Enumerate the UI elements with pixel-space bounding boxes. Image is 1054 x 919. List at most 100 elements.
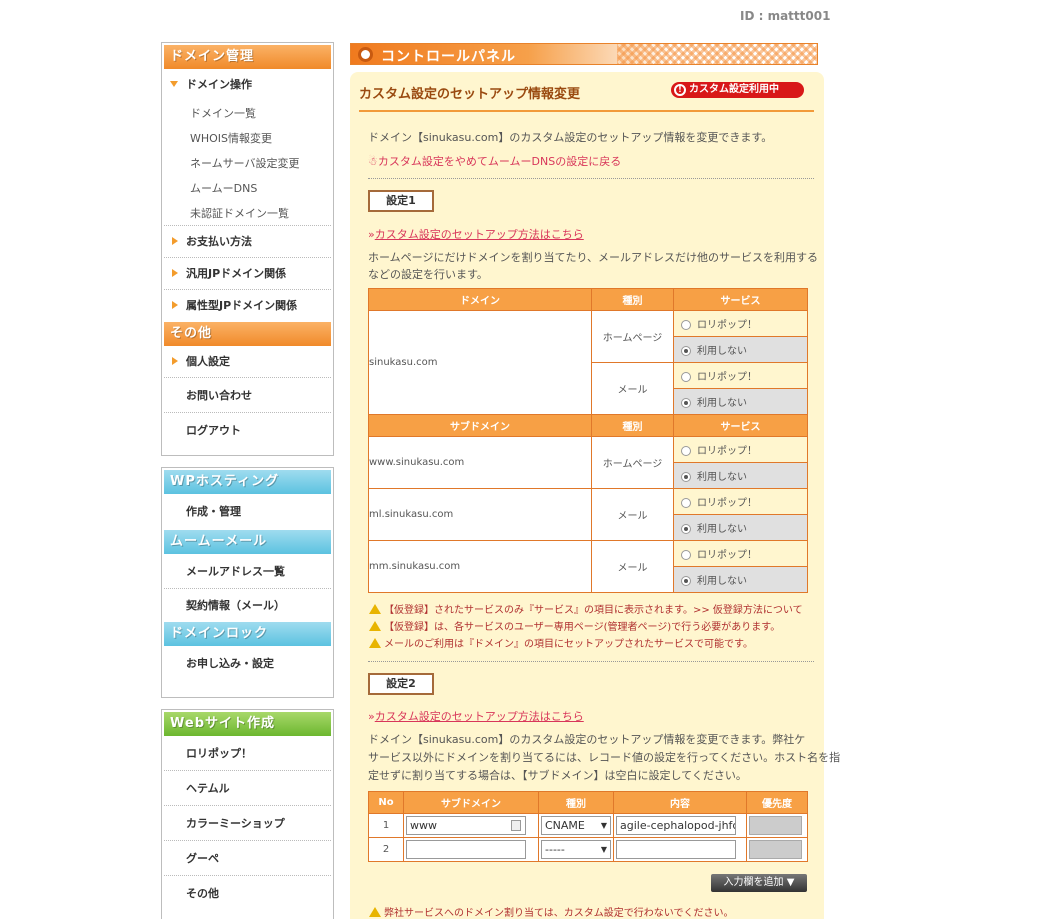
kind-hp: ホームページ xyxy=(591,310,674,363)
radio-row[interactable]: 利用しない xyxy=(673,566,808,593)
divider xyxy=(368,178,814,179)
radio-row[interactable]: ロリポップ！ xyxy=(673,310,808,337)
radio-button[interactable] xyxy=(681,398,691,408)
th-service: サービス xyxy=(673,288,808,311)
warning-2-text: 【仮登録】は、各サービスのユーザー専用ページ(管理者ページ)で行う必要があります… xyxy=(384,622,781,633)
record-table: No サブドメイン 種別 内容 優先度 1 www CNAME ▼ agile-ceph… xyxy=(368,791,808,862)
radio-row[interactable]: 利用しない xyxy=(673,514,808,541)
radio-label: ロリポップ！ xyxy=(697,550,757,561)
web-item-colorme[interactable]: カラーミーショップ xyxy=(164,806,331,841)
radio-row[interactable]: ロリポップ！ xyxy=(673,436,808,463)
setting2-label: 設定2 xyxy=(368,673,434,695)
chevron-down-icon: ▼ xyxy=(600,845,607,854)
back-to-dns-link[interactable]: ☃カスタム設定をやめてムームーDNSの設定に戻る xyxy=(368,153,621,169)
status-badge-label: カスタム設定利用中 xyxy=(689,84,779,95)
radio-row[interactable]: 利用しない xyxy=(673,336,808,363)
domain-menu: ドメイン管理 ドメイン操作 ドメイン一覧 WHOIS情報変更 ネームサーバ設定変… xyxy=(161,42,334,456)
subdomain-input[interactable]: www xyxy=(406,816,526,835)
web-item-other[interactable]: その他 xyxy=(164,876,331,911)
nameserver-link[interactable]: ネームサーバ設定変更 xyxy=(164,151,331,176)
setting2-howto-link[interactable]: »カスタム設定のセットアップ方法はこちら xyxy=(368,708,584,724)
warning-3-text: メールのご利用は『ドメイン』の項目にセットアップされたサービスで可能です。 xyxy=(384,639,753,650)
radio-button[interactable] xyxy=(681,524,691,534)
setting1-label: 設定1 xyxy=(368,190,434,212)
general-jp-link[interactable]: 汎用JPドメイン関係 xyxy=(164,258,331,290)
radio-label: 利用しない xyxy=(697,472,747,483)
radio-row[interactable]: ロリポップ！ xyxy=(673,362,808,389)
th-subdomain: サブドメイン xyxy=(403,791,539,814)
divider xyxy=(368,661,814,662)
web-item-lolipop[interactable]: ロリポップ！ xyxy=(164,736,331,771)
web-item-heteml[interactable]: ヘテムル xyxy=(164,771,331,806)
kind-select[interactable]: ----- ▼ xyxy=(541,840,611,859)
web-header: Webサイト作成 xyxy=(164,712,331,736)
radio-label: ロリポップ！ xyxy=(697,320,757,331)
wp-create-link[interactable]: 作成・管理 xyxy=(164,494,331,530)
radio-label: ロリポップ！ xyxy=(697,498,757,509)
muumuu-dns-link[interactable]: ムームーDNS xyxy=(164,176,331,201)
wp-header: WPホスティング xyxy=(164,470,331,494)
row-no: 2 xyxy=(368,837,404,862)
services-menu: WPホスティング 作成・管理 ムームーメール メールアドレス一覧 契約情報（メー… xyxy=(161,467,334,698)
radio-label: 利用しない xyxy=(697,524,747,535)
chevron-down-icon: ▼ xyxy=(786,877,795,888)
service-table: ドメイン 種別 サービス sinukasu.com ホームページ ロリポップ！ 利用しな… xyxy=(368,288,808,593)
kind-select[interactable]: CNAME ▼ xyxy=(541,816,611,835)
th-kind: 種別 xyxy=(538,791,614,814)
warning-icon xyxy=(369,638,381,648)
chevron-down-icon: ▼ xyxy=(600,821,607,830)
radio-label: ロリポップ！ xyxy=(697,446,757,457)
lock-header: ドメインロック xyxy=(164,622,331,646)
radio-button[interactable] xyxy=(681,346,691,356)
warning-2: 【仮登録】は、各サービスのユーザー専用ページ(管理者ページ)で行う必要があります… xyxy=(369,618,780,633)
row-no: 1 xyxy=(368,813,404,838)
lock-apply-link[interactable]: お申し込み・設定 xyxy=(164,646,331,682)
mail-contract-link[interactable]: 契約情報（メール） xyxy=(164,589,331,622)
radio-row[interactable]: 利用しない xyxy=(673,462,808,489)
subdomain-cell: mm.sinukasu.com xyxy=(368,540,592,593)
divider xyxy=(359,110,814,112)
radio-label: ロリポップ！ xyxy=(697,372,757,383)
radio-row[interactable]: ロリポップ！ xyxy=(673,540,808,567)
th-service: サービス xyxy=(673,414,808,437)
radio-button[interactable] xyxy=(681,576,691,586)
unverified-domains-link[interactable]: 未認証ドメイン一覧 xyxy=(164,201,331,226)
radio-row[interactable]: ロリポップ！ xyxy=(673,488,808,515)
payment-link[interactable]: お支払い方法 xyxy=(164,226,331,258)
th-no: No xyxy=(368,791,404,814)
kind-hp: ホームページ xyxy=(591,436,674,489)
subdomain-input[interactable] xyxy=(406,840,526,859)
whois-link[interactable]: WHOIS情報変更 xyxy=(164,126,331,151)
radio-button[interactable] xyxy=(681,320,691,330)
gear-icon xyxy=(358,47,373,62)
th-content: 内容 xyxy=(613,791,747,814)
radio-button[interactable] xyxy=(681,498,691,508)
priority-input xyxy=(749,816,802,835)
radio-button[interactable] xyxy=(681,446,691,456)
web-item-goope[interactable]: グーペ xyxy=(164,841,331,876)
mail-list-link[interactable]: メールアドレス一覧 xyxy=(164,554,331,589)
page-title: カスタム設定のセットアップ情報変更 xyxy=(359,87,581,102)
web-menu: Webサイト作成 ロリポップ！ ヘテムル カラーミーショップ グーペ その他 xyxy=(161,709,334,919)
warning-4-text: 弊社サービスへのドメイン割り当ては、カスタム設定で行わないでください。 xyxy=(384,908,734,919)
subdomain-cell: ml.sinukasu.com xyxy=(368,488,592,541)
content-input[interactable] xyxy=(616,840,736,859)
attr-jp-link[interactable]: 属性型JPドメイン関係 xyxy=(164,290,331,322)
setting2-desc-3: 定せずに割り当てする場合は、【サブドメイン】は空白に設定してください。 xyxy=(368,769,747,782)
personal-settings-link[interactable]: 個人設定 xyxy=(164,346,331,378)
warning-1: 【仮登録】されたサービスのみ『サービス』の項目に表示されます。>> 仮登録方法に… xyxy=(369,601,803,616)
radio-row[interactable]: 利用しない xyxy=(673,388,808,415)
radio-button[interactable] xyxy=(681,550,691,560)
control-panel-title: コントロールパネル xyxy=(381,49,516,65)
setting1-howto-link[interactable]: »カスタム設定のセットアップ方法はこちら xyxy=(368,226,584,242)
domain-ops[interactable]: ドメイン操作 xyxy=(164,69,331,101)
mail-header: ムームーメール xyxy=(164,530,331,554)
content-input[interactable]: agile-cephalopod-jhfc xyxy=(616,816,736,835)
logout-link[interactable]: ログアウト xyxy=(164,413,331,448)
domain-list-link[interactable]: ドメイン一覧 xyxy=(164,101,331,126)
warning-icon xyxy=(369,621,381,631)
contact-link[interactable]: お問い合わせ xyxy=(164,378,331,413)
radio-button[interactable] xyxy=(681,472,691,482)
radio-button[interactable] xyxy=(681,372,691,382)
add-row-button[interactable]: 入力欄を追加 ▼ xyxy=(711,874,807,892)
